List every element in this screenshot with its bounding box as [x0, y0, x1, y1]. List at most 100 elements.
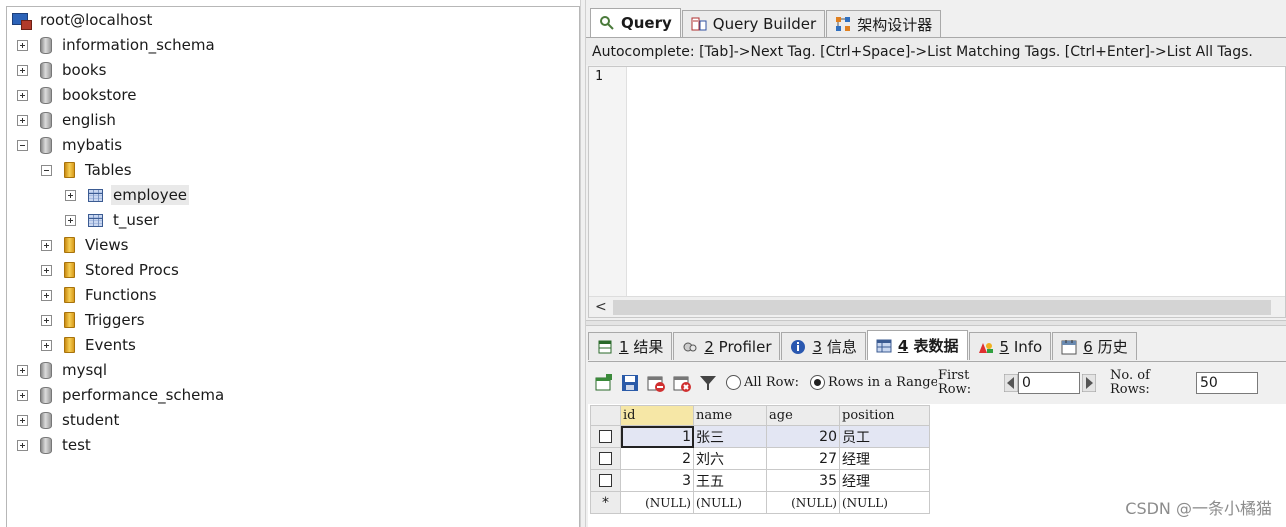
expand-icon[interactable] [41, 264, 52, 276]
tree-folder-label: Functions [85, 286, 157, 304]
cancel-changes-icon[interactable] [672, 373, 692, 393]
tree-table-t-user[interactable]: t_user [65, 208, 161, 232]
expand-icon[interactable] [17, 39, 28, 51]
tab-history[interactable]: 6 历史 [1052, 332, 1137, 360]
cell-id[interactable]: 2 [620, 447, 694, 470]
sql-editor[interactable]: 1 < [588, 66, 1286, 318]
delete-row-icon[interactable] [646, 373, 666, 393]
table-row[interactable]: 2 刘六 27 经理 [590, 447, 930, 470]
tree-db-english[interactable]: english [17, 108, 118, 132]
cell-name[interactable]: 刘六 [693, 447, 767, 470]
expand-icon[interactable] [41, 239, 52, 251]
tree-db-performance-schema[interactable]: performance_schema [17, 383, 226, 407]
all-rows-radio[interactable] [726, 375, 741, 390]
tab-result-label: 结果 [633, 338, 664, 356]
object-browser-tree[interactable]: root@localhost information_schema books … [6, 6, 580, 527]
tab-info[interactable]: 5 Info [968, 332, 1052, 360]
tree-folder-views[interactable]: Views [41, 233, 130, 257]
expand-icon[interactable] [17, 89, 28, 101]
expand-icon[interactable] [41, 339, 52, 351]
row-checkbox[interactable] [599, 452, 612, 465]
collapse-icon[interactable] [41, 164, 52, 176]
tab-schema-designer[interactable]: 架构设计器 [826, 10, 942, 37]
rows-in-range-radio[interactable] [810, 375, 825, 390]
row-select[interactable] [590, 447, 621, 470]
cell-id-null[interactable]: (NULL) [620, 491, 694, 514]
row-checkbox[interactable] [599, 430, 612, 443]
cell-position[interactable]: 经理 [839, 469, 930, 492]
cell-id[interactable]: 3 [620, 469, 694, 492]
next-page-icon[interactable] [1082, 373, 1096, 392]
new-row[interactable]: * (NULL) (NULL) (NULL) (NULL) [590, 491, 930, 514]
cell-position-null[interactable]: (NULL) [839, 491, 930, 514]
cell-name[interactable]: 张三 [693, 425, 767, 448]
tree-db-books[interactable]: books [17, 58, 108, 82]
cell-position[interactable]: 经理 [839, 447, 930, 470]
scrollbar-thumb[interactable] [613, 300, 1271, 315]
expand-icon[interactable] [17, 64, 28, 76]
table-row[interactable]: 1 张三 20 员工 [590, 425, 930, 448]
expand-icon[interactable] [17, 439, 28, 451]
expand-icon[interactable] [65, 189, 76, 201]
tab-table-data[interactable]: 4 表数据 [866, 330, 968, 360]
expand-icon[interactable] [17, 389, 28, 401]
row-checkbox[interactable] [599, 474, 612, 487]
row-select[interactable] [590, 469, 621, 492]
no-of-rows-input[interactable]: 50 [1196, 371, 1258, 394]
tab-info-num: 5 [999, 337, 1010, 356]
tree-root[interactable]: root@localhost [12, 8, 154, 32]
save-icon[interactable] [620, 373, 640, 393]
first-row-input[interactable]: 0 [1018, 371, 1080, 394]
tab-query-label: Query [621, 14, 672, 32]
tree-db-information-schema[interactable]: information_schema [17, 33, 217, 57]
column-header-id[interactable]: id [620, 405, 694, 426]
tab-profiler[interactable]: 2 Profiler [673, 332, 781, 360]
row-select[interactable] [590, 425, 621, 448]
cell-age[interactable]: 20 [766, 425, 840, 448]
folder-icon [64, 162, 75, 178]
tab-query-builder[interactable]: Query Builder [681, 10, 826, 37]
autocomplete-hint-text: Autocomplete: [Tab]->Next Tag. [Ctrl+Spa… [592, 43, 1253, 60]
collapse-icon[interactable] [17, 139, 28, 151]
tree-folder-tables[interactable]: Tables [41, 158, 134, 182]
horizontal-splitter[interactable] [586, 320, 1286, 326]
tree-db-mysql[interactable]: mysql [17, 358, 109, 382]
column-header-age[interactable]: age [766, 405, 840, 426]
tree-folder-stored-procs[interactable]: Stored Procs [41, 258, 181, 282]
editor-horizontal-scrollbar[interactable]: < [589, 296, 1285, 317]
cell-age[interactable]: 27 [766, 447, 840, 470]
cell-name[interactable]: 王五 [693, 469, 767, 492]
expand-icon[interactable] [17, 114, 28, 126]
tree-db-test[interactable]: test [17, 433, 93, 457]
tree-folder-triggers[interactable]: Triggers [41, 308, 147, 332]
cell-age[interactable]: 35 [766, 469, 840, 492]
tab-info-label: Info [1013, 337, 1043, 356]
folder-icon [64, 237, 75, 253]
tree-db-bookstore[interactable]: bookstore [17, 83, 139, 107]
expand-icon[interactable] [65, 214, 76, 226]
previous-page-icon[interactable] [1004, 373, 1018, 392]
filter-icon[interactable] [698, 373, 718, 393]
scroll-left-icon[interactable]: < [595, 299, 607, 315]
expand-icon[interactable] [41, 289, 52, 301]
tree-folder-functions[interactable]: Functions [41, 283, 159, 307]
tree-table-employee[interactable]: employee [65, 183, 190, 207]
cell-age-null[interactable]: (NULL) [766, 491, 840, 514]
server-icon [12, 12, 32, 30]
tree-db-mybatis[interactable]: mybatis [17, 133, 124, 157]
cell-id[interactable]: 1 [620, 425, 694, 448]
insert-row-icon[interactable] [594, 373, 614, 393]
tab-messages[interactable]: 3 信息 [781, 332, 866, 360]
column-header-position[interactable]: position [839, 405, 930, 426]
expand-icon[interactable] [41, 314, 52, 326]
tab-query[interactable]: Query [590, 8, 681, 37]
cell-position[interactable]: 员工 [839, 425, 930, 448]
tab-result[interactable]: 1 结果 [588, 332, 673, 360]
expand-icon[interactable] [17, 414, 28, 426]
tree-db-student[interactable]: student [17, 408, 121, 432]
column-header-name[interactable]: name [693, 405, 767, 426]
cell-name-null[interactable]: (NULL) [693, 491, 767, 514]
tree-folder-events[interactable]: Events [41, 333, 138, 357]
table-row[interactable]: 3 王五 35 经理 [590, 469, 930, 492]
expand-icon[interactable] [17, 364, 28, 376]
